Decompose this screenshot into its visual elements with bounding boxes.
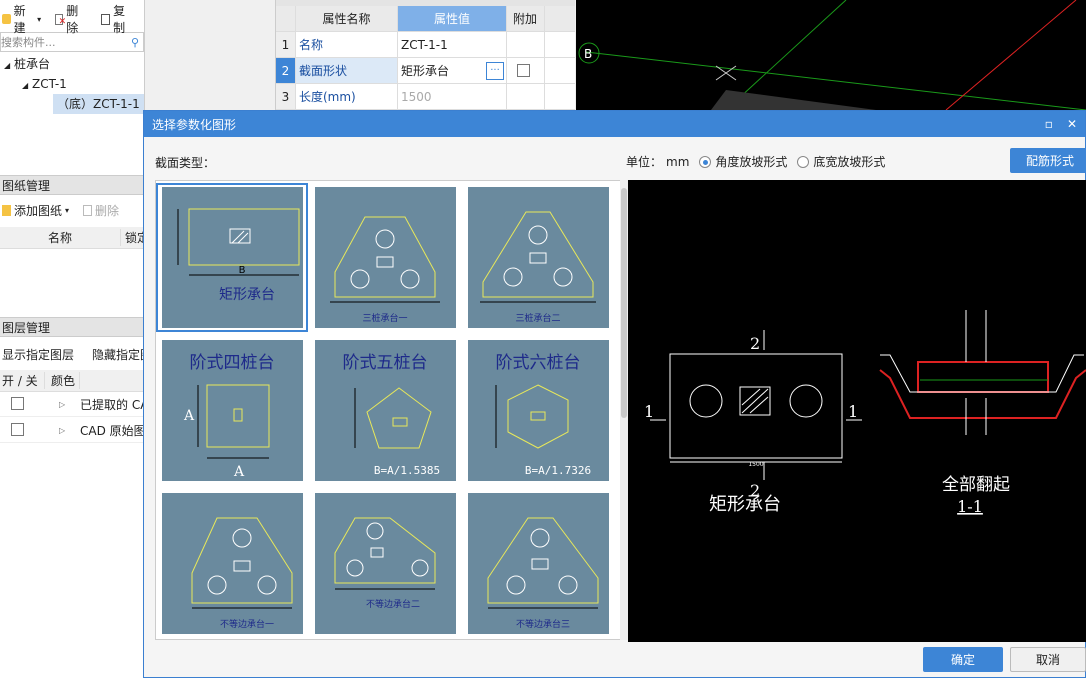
delete-button[interactable]: ✕ 删除 bbox=[55, 2, 87, 36]
copy-button[interactable]: 复制 bbox=[101, 2, 134, 36]
property-value[interactable]: ZCT-1-1 bbox=[398, 32, 507, 57]
drawings-header: 图纸管理 bbox=[0, 175, 145, 195]
shape-thumb-step-5[interactable]: 阶式五桩台 B=A/1.5385 bbox=[315, 340, 456, 481]
property-value[interactable]: 1500 bbox=[398, 84, 507, 109]
layer-toggle-checkbox[interactable] bbox=[11, 422, 24, 436]
shape-thumb-step-4[interactable]: 阶式四桩台 A A bbox=[162, 340, 303, 481]
shape-thumb-uneq-3[interactable]: 不等边承台三 bbox=[468, 493, 609, 634]
shape-thumb-step-6[interactable]: 阶式六桩台 B=A/1.7326 bbox=[468, 340, 609, 481]
ellipsis-button[interactable]: ··· bbox=[486, 61, 504, 80]
svg-text:2: 2 bbox=[750, 334, 760, 353]
shape-preview: 2 2 1 1 1500 矩形承台 全部翻起 1-1 bbox=[628, 180, 1086, 642]
hide-layer-button[interactable]: 隐藏指定图层 bbox=[92, 346, 145, 363]
delete-icon bbox=[83, 204, 93, 216]
layers-header: 图层管理 bbox=[0, 317, 145, 337]
cad-viewport[interactable]: B bbox=[576, 0, 1086, 110]
layer-row: ▷ CAD 原始图层 bbox=[0, 419, 145, 443]
layers-columns: 开 / 关 颜色 bbox=[0, 370, 145, 392]
expand-icon[interactable]: ▷ bbox=[45, 426, 80, 435]
svg-text:矩形承台: 矩形承台 bbox=[219, 287, 275, 303]
property-header: 属性名称 属性值 附加 bbox=[276, 6, 575, 32]
maximize-icon[interactable]: ▫ bbox=[1045, 117, 1053, 131]
delete-icon: ✕ bbox=[55, 13, 66, 26]
shape-thumb-three-pile-1[interactable]: 三桩承台一 bbox=[315, 187, 456, 328]
svg-text:B=A/1.7326: B=A/1.7326 bbox=[525, 464, 591, 477]
svg-text:不等边承台一: 不等边承台一 bbox=[220, 618, 274, 630]
svg-text:矩形承台: 矩形承台 bbox=[709, 494, 781, 515]
tree-node-leaf[interactable]: （底）ZCT-1-1 bbox=[53, 94, 144, 114]
tree-node-child[interactable]: ◢ ZCT-1 bbox=[0, 74, 144, 94]
section-type-label: 截面类型： bbox=[155, 156, 216, 170]
add-drawing-button[interactable]: 添加图纸 ▾ bbox=[2, 202, 69, 219]
ok-button[interactable]: 确定 bbox=[923, 647, 1003, 672]
svg-text:A: A bbox=[183, 408, 195, 424]
property-table: 属性名称 属性值 附加 1 名称 ZCT-1-1 2 截面形状 矩形承台 ···… bbox=[275, 0, 575, 110]
svg-text:B: B bbox=[239, 265, 246, 276]
property-row: 3 长度(mm) 1500 bbox=[276, 84, 575, 110]
svg-text:1500: 1500 bbox=[748, 461, 763, 468]
copy-icon bbox=[101, 13, 111, 25]
axis-marker: B bbox=[584, 47, 592, 61]
svg-text:阶式六桩台: 阶式六桩台 bbox=[496, 353, 581, 373]
search-icon[interactable]: ⚲ bbox=[131, 36, 139, 49]
shape-thumb-uneq-2[interactable]: 不等边承台二 bbox=[315, 493, 456, 634]
cancel-button[interactable]: 取消 bbox=[1010, 647, 1086, 672]
drawings-toolbar: 添加图纸 ▾ 删除 bbox=[0, 199, 145, 221]
shape-thumb-three-pile-2[interactable]: 三桩承台二 bbox=[468, 187, 609, 328]
svg-text:全部翻起: 全部翻起 bbox=[942, 475, 1010, 495]
new-icon bbox=[2, 14, 11, 24]
svg-text:1: 1 bbox=[848, 402, 858, 421]
slope-width-radio[interactable] bbox=[797, 155, 810, 168]
shape-thumb-uneq-1[interactable]: 不等边承台一 bbox=[162, 493, 303, 634]
tree-node-root[interactable]: ◢ 桩承台 bbox=[0, 54, 144, 74]
unit-options: 单位： mm 角度放坡形式 底宽放坡形式 bbox=[626, 154, 886, 170]
svg-text:三桩承台一: 三桩承台一 bbox=[362, 312, 407, 324]
svg-text:1: 1 bbox=[644, 402, 654, 421]
add-drawing-icon bbox=[2, 204, 11, 216]
dialog-titlebar: 选择参数化图形 ▫ ✕ bbox=[144, 111, 1085, 137]
svg-text:A: A bbox=[233, 464, 245, 480]
rebar-form-button[interactable]: 配筋形式 bbox=[1010, 148, 1086, 173]
layer-toggle-checkbox[interactable] bbox=[11, 396, 24, 410]
show-layer-button[interactable]: 显示指定图层 bbox=[2, 346, 74, 363]
svg-text:1-1: 1-1 bbox=[957, 497, 983, 516]
select-shape-dialog: 选择参数化图形 ▫ ✕ 截面类型： 单位： mm 角度放坡形式 底宽放坡形式 配… bbox=[143, 110, 1086, 678]
svg-text:三桩承台二: 三桩承台二 bbox=[515, 312, 560, 324]
svg-text:B=A/1.5385: B=A/1.5385 bbox=[374, 464, 440, 477]
property-row: 2 截面形状 矩形承台 ··· bbox=[276, 58, 575, 84]
delete-drawing-button[interactable]: 删除 bbox=[83, 202, 119, 219]
expand-icon[interactable]: ▷ bbox=[45, 400, 80, 409]
cad-drawing: B bbox=[578, 0, 1086, 110]
svg-text:不等边承台二: 不等边承台二 bbox=[366, 598, 420, 610]
component-panel: 新建 ▾ ✕ 删除 复制 搜索构件... ⚲ ◢ 桩承台 ◢ ZCT-1 （底）Z… bbox=[0, 0, 145, 678]
layers-toolbar: 显示指定图层 隐藏指定图层 bbox=[0, 343, 145, 365]
svg-text:阶式五桩台: 阶式五桩台 bbox=[343, 353, 428, 373]
property-value[interactable]: 矩形承台 ··· bbox=[398, 58, 507, 83]
extra-checkbox[interactable] bbox=[517, 64, 530, 77]
new-button[interactable]: 新建 ▾ bbox=[2, 2, 41, 36]
component-tree: ◢ 桩承台 ◢ ZCT-1 （底）ZCT-1-1 bbox=[0, 54, 144, 114]
svg-text:阶式四桩台: 阶式四桩台 bbox=[190, 353, 275, 373]
slope-angle-radio[interactable] bbox=[699, 155, 712, 168]
layer-row: ▷ 已提取的 CAD 图层 bbox=[0, 393, 145, 417]
grid-scrollbar[interactable] bbox=[620, 180, 628, 640]
drawings-columns: 名称 锁定 bbox=[0, 227, 145, 249]
property-row: 1 名称 ZCT-1-1 bbox=[276, 32, 575, 58]
close-icon[interactable]: ✕ bbox=[1067, 117, 1077, 131]
shape-thumb-rect[interactable]: B 矩形承台 bbox=[162, 187, 303, 328]
svg-text:不等边承台三: 不等边承台三 bbox=[516, 618, 570, 630]
component-toolbar: 新建 ▾ ✕ 删除 复制 bbox=[0, 4, 144, 35]
